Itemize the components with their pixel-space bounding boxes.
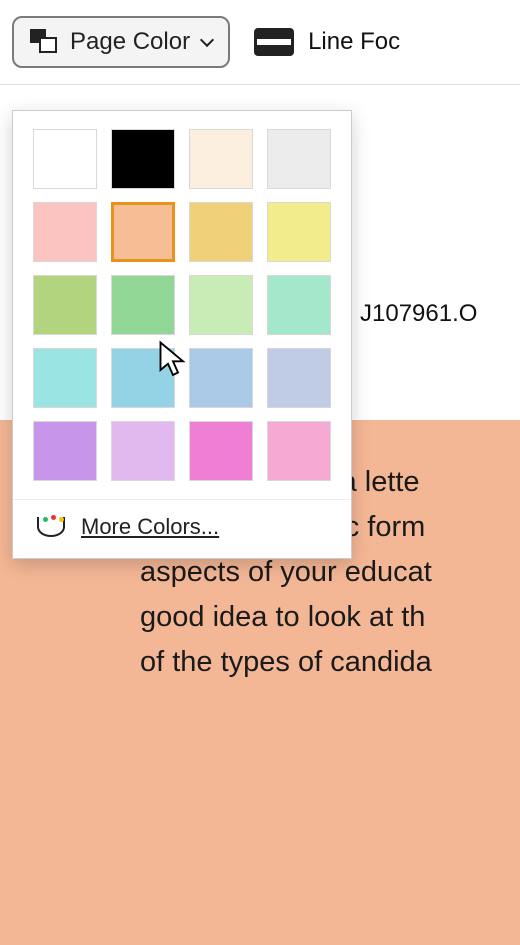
- color-swatch[interactable]: [189, 202, 253, 262]
- ribbon-toolbar: Page Color Line Foc: [0, 0, 520, 85]
- line-focus-label: Line Foc: [308, 28, 400, 56]
- color-swatch[interactable]: [267, 275, 331, 335]
- body-line: of the types of candida: [140, 640, 520, 685]
- color-swatch[interactable]: [111, 275, 175, 335]
- color-swatch[interactable]: [33, 275, 97, 335]
- color-swatch[interactable]: [189, 421, 253, 481]
- page-color-label: Page Color: [70, 28, 190, 56]
- more-colors-label: More Colors...: [81, 514, 219, 540]
- color-swatch[interactable]: [33, 129, 97, 189]
- page-color-icon: [30, 29, 60, 55]
- chevron-down-icon: [200, 33, 214, 47]
- color-swatch[interactable]: [111, 421, 175, 481]
- color-swatch[interactable]: [33, 421, 97, 481]
- color-swatch[interactable]: [189, 348, 253, 408]
- color-swatch[interactable]: [33, 348, 97, 408]
- page-color-button[interactable]: Page Color: [12, 16, 230, 68]
- color-swatch[interactable]: [189, 275, 253, 335]
- color-swatch[interactable]: [111, 348, 175, 408]
- line-focus-icon: [254, 28, 294, 56]
- color-swatch[interactable]: [267, 202, 331, 262]
- color-swatch[interactable]: [267, 348, 331, 408]
- line-focus-button[interactable]: Line Foc: [254, 28, 400, 56]
- body-line: good idea to look at th: [140, 595, 520, 640]
- page-color-dropdown: More Colors...: [12, 110, 352, 559]
- palette-icon: [37, 517, 65, 537]
- color-swatch[interactable]: [189, 129, 253, 189]
- more-colors-item[interactable]: More Colors...: [13, 499, 351, 558]
- color-swatch[interactable]: [267, 129, 331, 189]
- color-swatch[interactable]: [267, 421, 331, 481]
- filename-fragment: J107961.O: [360, 300, 477, 327]
- color-swatch[interactable]: [111, 129, 175, 189]
- color-swatch[interactable]: [111, 202, 175, 262]
- color-swatch[interactable]: [33, 202, 97, 262]
- color-swatch-grid: [13, 119, 351, 499]
